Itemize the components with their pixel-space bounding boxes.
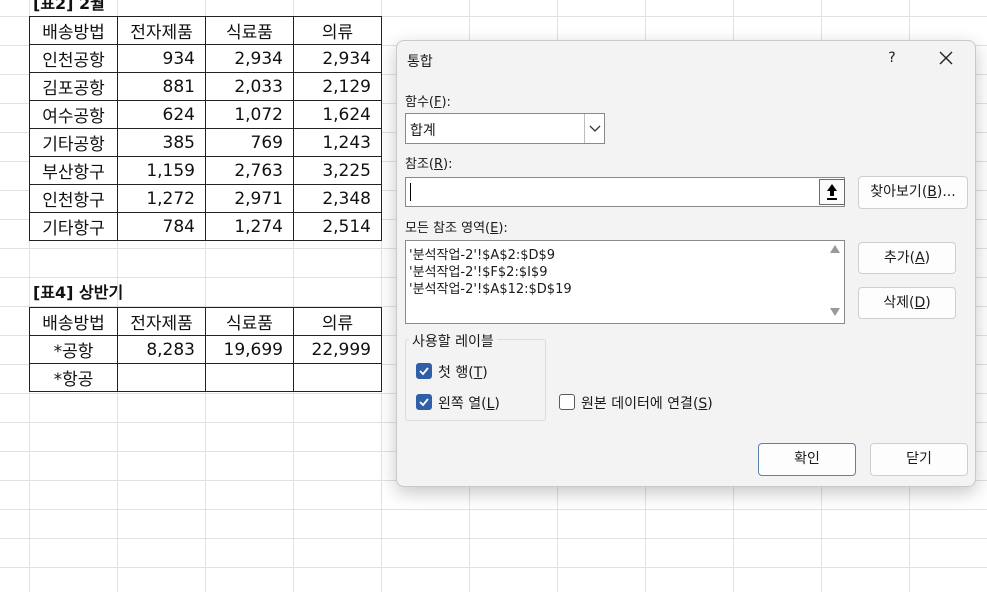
value-cell[interactable]: 2,971: [205, 184, 294, 213]
use-labels-title: 사용할 레이블: [409, 331, 497, 351]
table-row: 부산항구 1,159 2,763 3,225: [29, 156, 382, 185]
header-cell[interactable]: 배송방법: [29, 16, 118, 45]
browse-button[interactable]: 찾아보기(B)...: [858, 176, 968, 209]
reference-input[interactable]: [405, 177, 845, 207]
row-label-cell[interactable]: *항공: [29, 363, 118, 392]
close-icon: [939, 51, 953, 65]
table-row: *공항 8,283 19,699 22,999: [29, 335, 382, 364]
table-row: 인천공항 934 2,934 2,934: [29, 44, 382, 73]
value-cell[interactable]: 881: [117, 72, 206, 101]
value-cell[interactable]: 769: [205, 128, 294, 157]
checkmark-icon: [419, 398, 429, 407]
table2-title: [표2] 2월: [33, 0, 105, 13]
value-cell[interactable]: 1,072: [205, 100, 294, 129]
value-cell[interactable]: 22,999: [293, 335, 382, 364]
all-references-list[interactable]: '분석작업-2'!$A$2:$D$9 '분석작업-2'!$F$2:$I$9 '분석작…: [405, 240, 845, 324]
value-cell[interactable]: [293, 363, 382, 392]
row-label-cell[interactable]: 부산항구: [29, 156, 118, 185]
table-row: 여수공항 624 1,072 1,624: [29, 100, 382, 129]
value-cell[interactable]: 3,225: [293, 156, 382, 185]
row-label-cell[interactable]: 인천공항: [29, 44, 118, 73]
value-cell[interactable]: 624: [117, 100, 206, 129]
value-cell[interactable]: 385: [117, 128, 206, 157]
dropdown-button[interactable]: [584, 114, 605, 143]
value-cell[interactable]: [117, 363, 206, 392]
value-cell[interactable]: 1,243: [293, 128, 382, 157]
value-cell[interactable]: 2,763: [205, 156, 294, 185]
chevron-down-icon: [589, 125, 601, 132]
value-cell[interactable]: [205, 363, 294, 392]
upload-arrow-icon: [827, 184, 837, 200]
function-label: 함수(F):: [405, 95, 451, 110]
header-cell[interactable]: 의류: [293, 307, 382, 336]
value-cell[interactable]: 19,699: [205, 335, 294, 364]
value-cell[interactable]: 2,934: [205, 44, 294, 73]
table-row: *항공: [29, 363, 382, 392]
value-cell[interactable]: 2,514: [293, 212, 382, 241]
table-header-row: 배송방법 전자제품 식료품 의류: [29, 16, 382, 45]
table-row: 김포공항 881 2,033 2,129: [29, 72, 382, 101]
ok-button[interactable]: 확인: [758, 443, 856, 476]
table4: 배송방법 전자제품 식료품 의류 *공항 8,283 19,699 22,999 *항공: [29, 307, 382, 392]
header-cell[interactable]: 전자제품: [117, 307, 206, 336]
row-label-cell[interactable]: 기타공항: [29, 128, 118, 157]
value-cell[interactable]: 784: [117, 212, 206, 241]
row-label-cell[interactable]: 기타항구: [29, 212, 118, 241]
collapse-dialog-button[interactable]: [819, 179, 845, 205]
text-caret: [410, 183, 411, 201]
row-label-cell[interactable]: *공항: [29, 335, 118, 364]
close-dialog-button[interactable]: 닫기: [870, 443, 968, 476]
link-source-label[interactable]: 원본 데이터에 연결(S): [581, 393, 713, 413]
header-cell[interactable]: 배송방법: [29, 307, 118, 336]
table2: 배송방법 전자제품 식료품 의류 인천공항 934 2,934 2,934 김포공항 881 2,0…: [29, 16, 382, 241]
left-column-checkbox[interactable]: [416, 394, 432, 410]
left-column-label[interactable]: 왼쪽 열(L): [438, 393, 500, 413]
list-item[interactable]: '분석작업-2'!$A$12:$D$19: [409, 278, 572, 297]
header-cell[interactable]: 식료품: [205, 16, 294, 45]
top-row-label[interactable]: 첫 행(T): [438, 362, 488, 382]
close-button[interactable]: [933, 47, 959, 71]
value-cell[interactable]: 1,272: [117, 184, 206, 213]
value-cell[interactable]: 2,129: [293, 72, 382, 101]
top-row-checkbox[interactable]: [416, 363, 432, 379]
value-cell[interactable]: 8,283: [117, 335, 206, 364]
delete-button[interactable]: 삭제(D): [858, 287, 956, 319]
table4-title: [표4] 상반기: [33, 283, 124, 302]
link-source-checkbox[interactable]: [559, 394, 575, 410]
table-row: 인천항구 1,272 2,971 2,348: [29, 184, 382, 213]
value-cell[interactable]: 2,033: [205, 72, 294, 101]
header-cell[interactable]: 전자제품: [117, 16, 206, 45]
row-label-cell[interactable]: 인천항구: [29, 184, 118, 213]
checkmark-icon: [419, 367, 429, 376]
table-header-row: 배송방법 전자제품 식료품 의류: [29, 307, 382, 336]
dialog-title: 통합: [407, 54, 433, 70]
help-button[interactable]: ?: [881, 47, 903, 69]
value-cell[interactable]: 1,159: [117, 156, 206, 185]
table-row: 기타항구 784 1,274 2,514: [29, 212, 382, 241]
row-label-cell[interactable]: 김포공항: [29, 72, 118, 101]
scroll-up-icon[interactable]: [830, 245, 840, 253]
function-value: 합계: [410, 123, 436, 139]
header-cell[interactable]: 식료품: [205, 307, 294, 336]
reference-label: 참조(R):: [405, 157, 453, 172]
scroll-down-icon[interactable]: [830, 308, 840, 316]
header-cell[interactable]: 의류: [293, 16, 382, 45]
value-cell[interactable]: 934: [117, 44, 206, 73]
table-row: 기타공항 385 769 1,243: [29, 128, 382, 157]
row-label-cell[interactable]: 여수공항: [29, 100, 118, 129]
value-cell[interactable]: 1,274: [205, 212, 294, 241]
add-button[interactable]: 추가(A): [858, 242, 956, 274]
value-cell[interactable]: 2,348: [293, 184, 382, 213]
function-select[interactable]: 합계: [405, 113, 605, 144]
value-cell[interactable]: 1,624: [293, 100, 382, 129]
consolidate-dialog: 통합 ? 함수(F): 합계 참조(R): 찾아보기(B)... 모든 참조 영…: [396, 40, 976, 487]
value-cell[interactable]: 2,934: [293, 44, 382, 73]
all-references-label: 모든 참조 영역(E):: [405, 221, 508, 236]
